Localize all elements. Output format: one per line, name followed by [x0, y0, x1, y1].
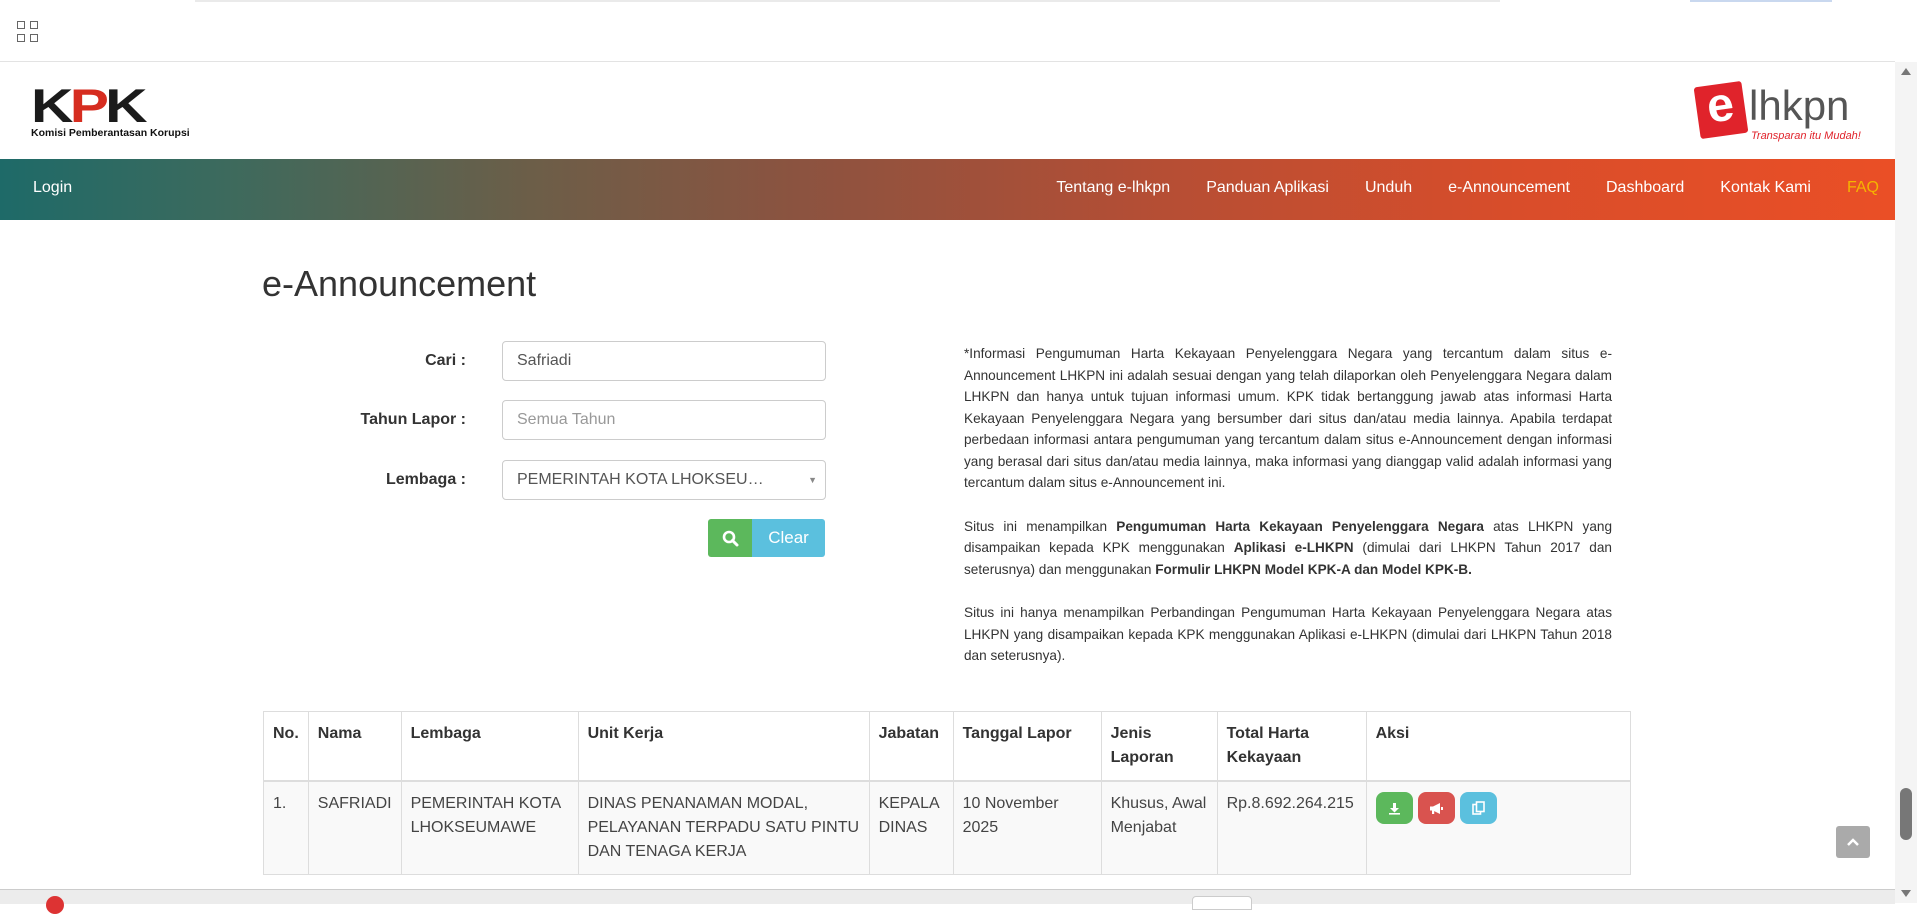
kpk-logo[interactable]: KPK Komisi Pemberantasan Korupsi	[31, 82, 201, 140]
disclaimer-paragraph-3: Situs ini hanya menampilkan Perbandingan…	[964, 605, 1612, 663]
top-bar	[0, 0, 1895, 62]
page-scrollbar[interactable]	[1895, 62, 1917, 903]
site-header: KPK Komisi Pemberantasan Korupsi e lhkpn…	[0, 62, 1895, 159]
col-tanggal-lapor: Tanggal Lapor	[952, 711, 1102, 782]
nav-dashboard[interactable]: Dashboard	[1606, 179, 1684, 197]
elhkpn-tagline: Transparan itu Mudah!	[1751, 130, 1861, 142]
top-strip	[195, 0, 1500, 2]
cell-aksi	[1365, 780, 1632, 875]
lembaga-selected-value: PEMERINTAH KOTA LHOKSEU…	[517, 471, 764, 488]
elhkpn-logo-e: e	[1693, 77, 1749, 140]
nav-kontak[interactable]: Kontak Kami	[1720, 179, 1811, 197]
main-navbar: Login Tentang e-lhkpn Panduan Aplikasi U…	[0, 159, 1895, 220]
megaphone-icon	[1429, 802, 1443, 814]
elhkpn-logo[interactable]: e lhkpn Transparan itu Mudah!	[1693, 77, 1877, 144]
cell-tanggal: 10 November 2025	[952, 780, 1102, 875]
nav-tentang[interactable]: Tentang e-lhkpn	[1056, 179, 1170, 197]
tahun-lapor-label: Tahun Lapor :	[360, 411, 466, 428]
scroll-up-arrow-icon[interactable]	[1901, 68, 1911, 75]
col-jabatan: Jabatan	[868, 711, 954, 782]
col-lembaga: Lembaga	[400, 711, 579, 782]
nav-login[interactable]: Login	[33, 179, 72, 197]
cell-jenis: Khusus, Awal Menjabat	[1100, 780, 1218, 875]
download-button[interactable]	[1375, 792, 1413, 824]
cari-input[interactable]: Safriadi	[502, 341, 826, 381]
results-table: No. Nama Lembaga Unit Kerja Jabatan Tang…	[263, 711, 1632, 875]
chevron-up-icon	[1847, 838, 1859, 846]
scroll-down-arrow-icon[interactable]	[1901, 890, 1911, 897]
nav-faq[interactable]: FAQ	[1847, 179, 1879, 197]
search-icon	[722, 530, 738, 546]
col-aksi: Aksi	[1365, 711, 1632, 782]
table-row: 1. SAFRIADI PEMERINTAH KOTA LHOKSEUMAWE …	[263, 780, 1632, 875]
page-title: e-Announcement	[262, 263, 537, 304]
scroll-top-button[interactable]	[1836, 826, 1870, 858]
cell-nama: SAFRIADI	[307, 780, 402, 875]
nav-menu: Tentang e-lhkpn Panduan Aplikasi Unduh e…	[1020, 179, 1879, 197]
disclaimer-paragraph-2: Situs ini menampilkan Pengumuman Harta K…	[964, 518, 1613, 577]
clear-button[interactable]: Clear	[752, 519, 825, 557]
chevron-down-icon: ▼	[808, 475, 817, 485]
announcement-button[interactable]	[1417, 792, 1455, 824]
lembaga-select[interactable]: PEMERINTAH KOTA LHOKSEU… ▼	[502, 460, 826, 500]
cell-total: Rp.8.692.264.215	[1216, 780, 1367, 875]
cell-lembaga: PEMERINTAH KOTA LHOKSEUMAWE	[400, 780, 579, 875]
col-jenis-laporan: Jenis Laporan	[1100, 711, 1218, 782]
cell-no: 1.	[263, 780, 309, 875]
table-header-row: No. Nama Lembaga Unit Kerja Jabatan Tang…	[263, 711, 1632, 782]
kpk-logo-letters: KPK	[31, 79, 148, 132]
grid-icon[interactable]	[17, 21, 38, 42]
bottom-tab[interactable]	[1192, 896, 1252, 910]
nav-panduan[interactable]: Panduan Aplikasi	[1206, 179, 1329, 197]
nav-unduh[interactable]: Unduh	[1365, 179, 1412, 197]
col-nama: Nama	[307, 711, 402, 782]
col-unit-kerja: Unit Kerja	[577, 711, 870, 782]
scrollbar-thumb[interactable]	[1900, 788, 1912, 840]
disclaimer-text: *Informasi Pengumuman Harta Kekayaan Pen…	[964, 343, 1612, 689]
search-button[interactable]	[708, 519, 752, 557]
download-icon	[1388, 802, 1400, 815]
bottom-bar	[0, 889, 1895, 914]
top-strip-accent	[1690, 0, 1832, 2]
cari-label: Cari :	[425, 352, 466, 369]
elhkpn-logo-text: lhkpn	[1749, 82, 1850, 129]
tahun-lapor-select[interactable]: Semua Tahun	[502, 400, 826, 440]
notification-dot-icon	[46, 896, 64, 914]
compare-button[interactable]	[1459, 792, 1497, 824]
lembaga-label: Lembaga :	[385, 471, 466, 488]
disclaimer-paragraph-1: *Informasi Pengumuman Harta Kekayaan Pen…	[964, 346, 1612, 490]
cell-jabatan: KEPALA DINAS	[868, 780, 954, 875]
nav-e-announcement[interactable]: e-Announcement	[1448, 179, 1570, 197]
col-no: No.	[263, 711, 309, 782]
cell-unit-kerja: DINAS PENANAMAN MODAL, PELAYANAN TERPADU…	[577, 780, 870, 875]
copy-icon	[1471, 801, 1485, 815]
col-total-harta: Total Harta Kekayaan	[1216, 711, 1367, 782]
